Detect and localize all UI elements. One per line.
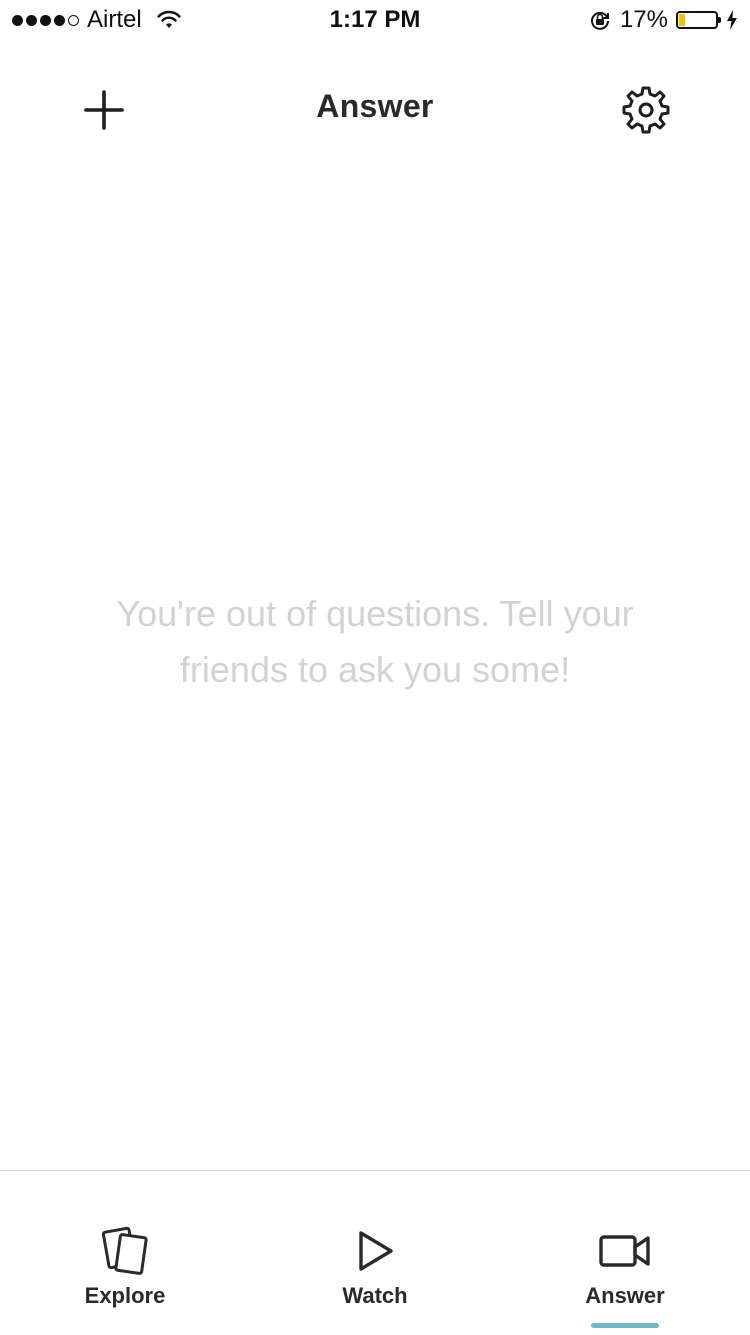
battery-percent: 17% [619,6,668,33]
charging-bolt-icon [727,10,737,30]
tab-watch-label: Watch [342,1283,408,1308]
gear-icon [622,86,670,134]
status-right: 17% [588,6,738,34]
tab-watch[interactable]: Watch [250,1171,500,1335]
battery-icon [676,11,721,29]
tab-explore-icon-wrap [95,1221,155,1281]
battery-level [679,14,686,26]
status-bar: Airtel 1:17 PM 17% [0,0,750,40]
tab-answer-icon-wrap [595,1221,655,1281]
tab-answer-label: Answer [585,1283,665,1308]
tab-answer[interactable]: Answer [500,1171,750,1335]
active-tab-indicator [591,1323,659,1328]
tab-bar: Explore Watch Answer [0,1170,750,1335]
cards-icon [101,1226,148,1275]
tab-explore-label: Explore [84,1283,166,1308]
settings-button[interactable] [616,80,676,140]
tab-watch-icon-wrap [345,1221,405,1281]
header: Answer [0,60,750,160]
empty-state-message: You're out of questions. Tell your frien… [116,593,634,690]
play-icon [359,1231,393,1271]
orientation-lock-icon [590,11,609,30]
tab-explore[interactable]: Explore [0,1171,250,1335]
video-camera-icon [599,1235,650,1267]
